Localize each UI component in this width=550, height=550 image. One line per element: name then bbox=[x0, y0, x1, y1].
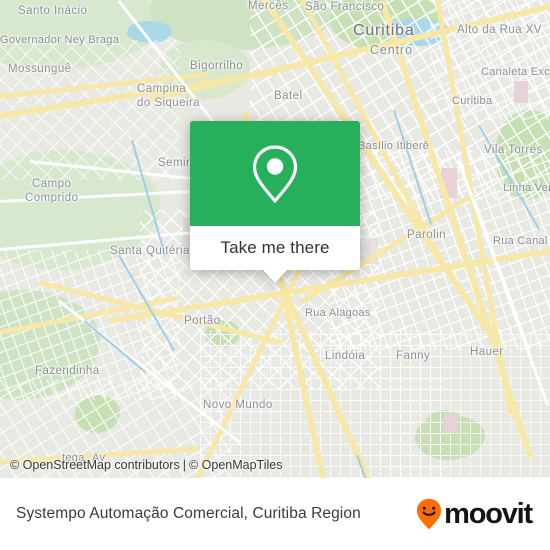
moovit-wordmark: moovit bbox=[444, 497, 533, 530]
take-me-there-label: Take me there bbox=[220, 238, 330, 257]
map-screen: Santo Inácio Mercês São Francisco Curitiba A… bbox=[0, 0, 550, 550]
attribution-separator: | bbox=[182, 458, 186, 472]
footer-bar: Systempo Automação Comercial, Curitiba R… bbox=[0, 478, 550, 550]
popup-header bbox=[190, 121, 360, 226]
osm-attribution[interactable]: © OpenStreetMap contributors bbox=[10, 458, 180, 472]
moovit-smile-pin-icon bbox=[417, 498, 442, 530]
map-pin-icon bbox=[252, 144, 298, 203]
map-building bbox=[514, 81, 528, 103]
moovit-logo[interactable]: moovit bbox=[416, 497, 533, 530]
map-attribution: © OpenStreetMap contributors | © OpenMapTi… bbox=[0, 458, 550, 478]
map-canvas[interactable]: Santo Inácio Mercês São Francisco Curitiba A… bbox=[0, 0, 550, 478]
popup-footer[interactable]: Take me there bbox=[190, 226, 360, 270]
popup-pointer bbox=[262, 269, 288, 283]
place-popup-card[interactable]: Take me there bbox=[190, 121, 360, 283]
openmaptiles-attribution[interactable]: © OpenMapTiles bbox=[189, 458, 283, 472]
map-street-grid bbox=[380, 330, 550, 478]
place-title: Systempo Automação Comercial, Curitiba R… bbox=[16, 505, 361, 522]
map-building bbox=[444, 414, 458, 432]
